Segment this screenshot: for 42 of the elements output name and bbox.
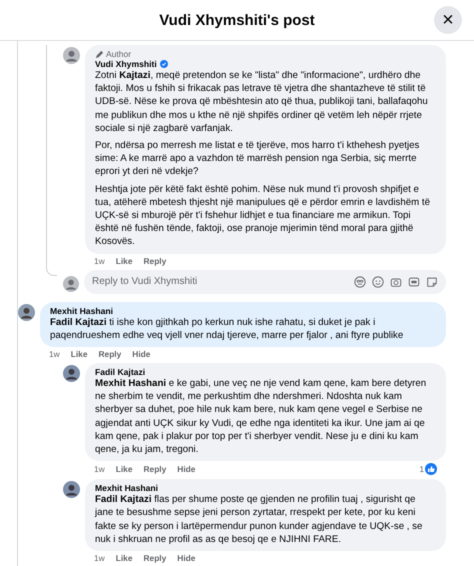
reply-field[interactable]: Reply to Vudi Xhymshiti xyxy=(84,270,446,294)
avatar[interactable] xyxy=(63,47,80,64)
comment-action[interactable]: Hide xyxy=(177,553,196,564)
avatar xyxy=(63,276,79,292)
comment-action[interactable]: Reply xyxy=(98,349,122,360)
comment-text: Zotni Kajtazi, meqë pretendon se ke "lista" dhe "informacione", urdhëro dhe faktoji. Mos u fshih si frikacak pas letrave të vjetra dhe shantazheve të stilit të UDB-së. Nëse ke prova që mbështesin ato që thua, publikoji tani, ballafaqohu me publikun dhe mos u kthe në një shpifës ordiner që vetëm leh nëpër rrjete sociale si një zagbarë varfanjak. xyxy=(95,69,429,136)
camera-icon[interactable] xyxy=(390,276,402,288)
close-button[interactable]: × xyxy=(434,6,462,34)
comment-text: Heshtja jote për këtë fakt është pohim. Nëse nuk mund t'i provosh shpifjet e tua, atëherë mbetesh thjesht një manipulues që e përdor emrin e lavdishëm të UÇK-së si mburojë për t'i fshehur lidhjet e tua financiare me armikun. Topi është në fushën tënde, faktoji, ose pranoje mjerimin tënd moral para gjithë Kosovës. xyxy=(95,182,431,249)
avatar[interactable] xyxy=(63,365,80,382)
author-name[interactable]: Mexhit Hashani xyxy=(95,483,158,494)
comment-action[interactable]: Like xyxy=(116,256,132,266)
comment-time[interactable]: 1w xyxy=(94,464,105,474)
comment-action[interactable]: Hide xyxy=(177,464,196,474)
avatar[interactable] xyxy=(18,304,35,321)
comment-action[interactable]: Like xyxy=(116,553,132,564)
comment-action[interactable]: Reply xyxy=(143,464,166,474)
reaction-count[interactable]: 1 xyxy=(419,464,424,474)
comment-text: Fadil Kajtazi flas per shume poste qe gjenden ne profilin tuaj , sigurisht qe jane te besushme sepse jeni person zyrtatar, rrespekt per kete, por ku keni fakte se ky person i lartëpermendur punon kunder agjendave te UQK-se , se nuk i shkruan ne profil as as qe besoj qe e NJIHNI FARE. xyxy=(95,493,424,546)
comment-action[interactable]: Reply xyxy=(143,256,166,266)
gif-icon[interactable] xyxy=(408,276,420,288)
comment-time[interactable]: 1w xyxy=(94,553,105,564)
comment-text: Mexhit Hashani e ke gabi, une veç ne nje vend kam qene, kam bere detyren ne sherbim te vendit, me perkushtim dhe ndershmeri. Ndoshta nuk kam sherbyer sa duhet, poe hile nuk kam bere, nuk kam qene vegel e Serbise ne agjendat anti UÇK sikur ky Vudi, qe edhe nga identiteti ka ikur. Une jam ai qe kam qene, pak i plakur por top per t'i sherbyer vendit. Nese ju e dini ku kam qene, ja ku jam, tregoni. xyxy=(95,377,428,456)
comment-action[interactable]: Like xyxy=(116,464,132,474)
author-name[interactable]: Mexhit Hashani xyxy=(50,306,114,316)
dialog-title: Vudi Xhymshiti's post xyxy=(159,12,315,28)
comment-time[interactable]: 1w xyxy=(94,256,105,266)
like-icon[interactable] xyxy=(425,463,437,476)
author-name[interactable]: Fadil Kajtazi xyxy=(95,367,146,378)
sticker-icon[interactable] xyxy=(426,276,438,288)
comment-action[interactable]: Hide xyxy=(132,349,150,360)
author-name[interactable]: Vudi Xhymshiti xyxy=(95,59,157,69)
avatar-sticker-icon[interactable] xyxy=(354,276,366,288)
emoji-icon[interactable] xyxy=(372,276,384,288)
author-badge: Author xyxy=(95,49,436,59)
avatar[interactable] xyxy=(63,481,80,498)
reply-input[interactable]: Reply to Vudi Xhymshiti xyxy=(92,276,348,288)
comment-action[interactable]: Like xyxy=(70,349,88,360)
comment-text: Por, ndërsa po merresh me listat e të tjerëve, mos harro t'i kthehesh pyetjes sime: A ke marrë apo a vazhdon të marrësh pension nga Serbia, siç merrte eprori yt deri në vdekje? xyxy=(95,139,420,179)
comment-action[interactable]: Reply xyxy=(143,553,166,564)
comment-text: Fadil Kajtazi ti ishe kon gjithkah po kerkun nuk ishe rahatu, si duket je pak i paqendrueshem edhe veq vjell vner ndaj tjereve, marre per fjalor , ani ftyre publike xyxy=(50,316,404,342)
comment-time[interactable]: 1w xyxy=(49,349,60,360)
